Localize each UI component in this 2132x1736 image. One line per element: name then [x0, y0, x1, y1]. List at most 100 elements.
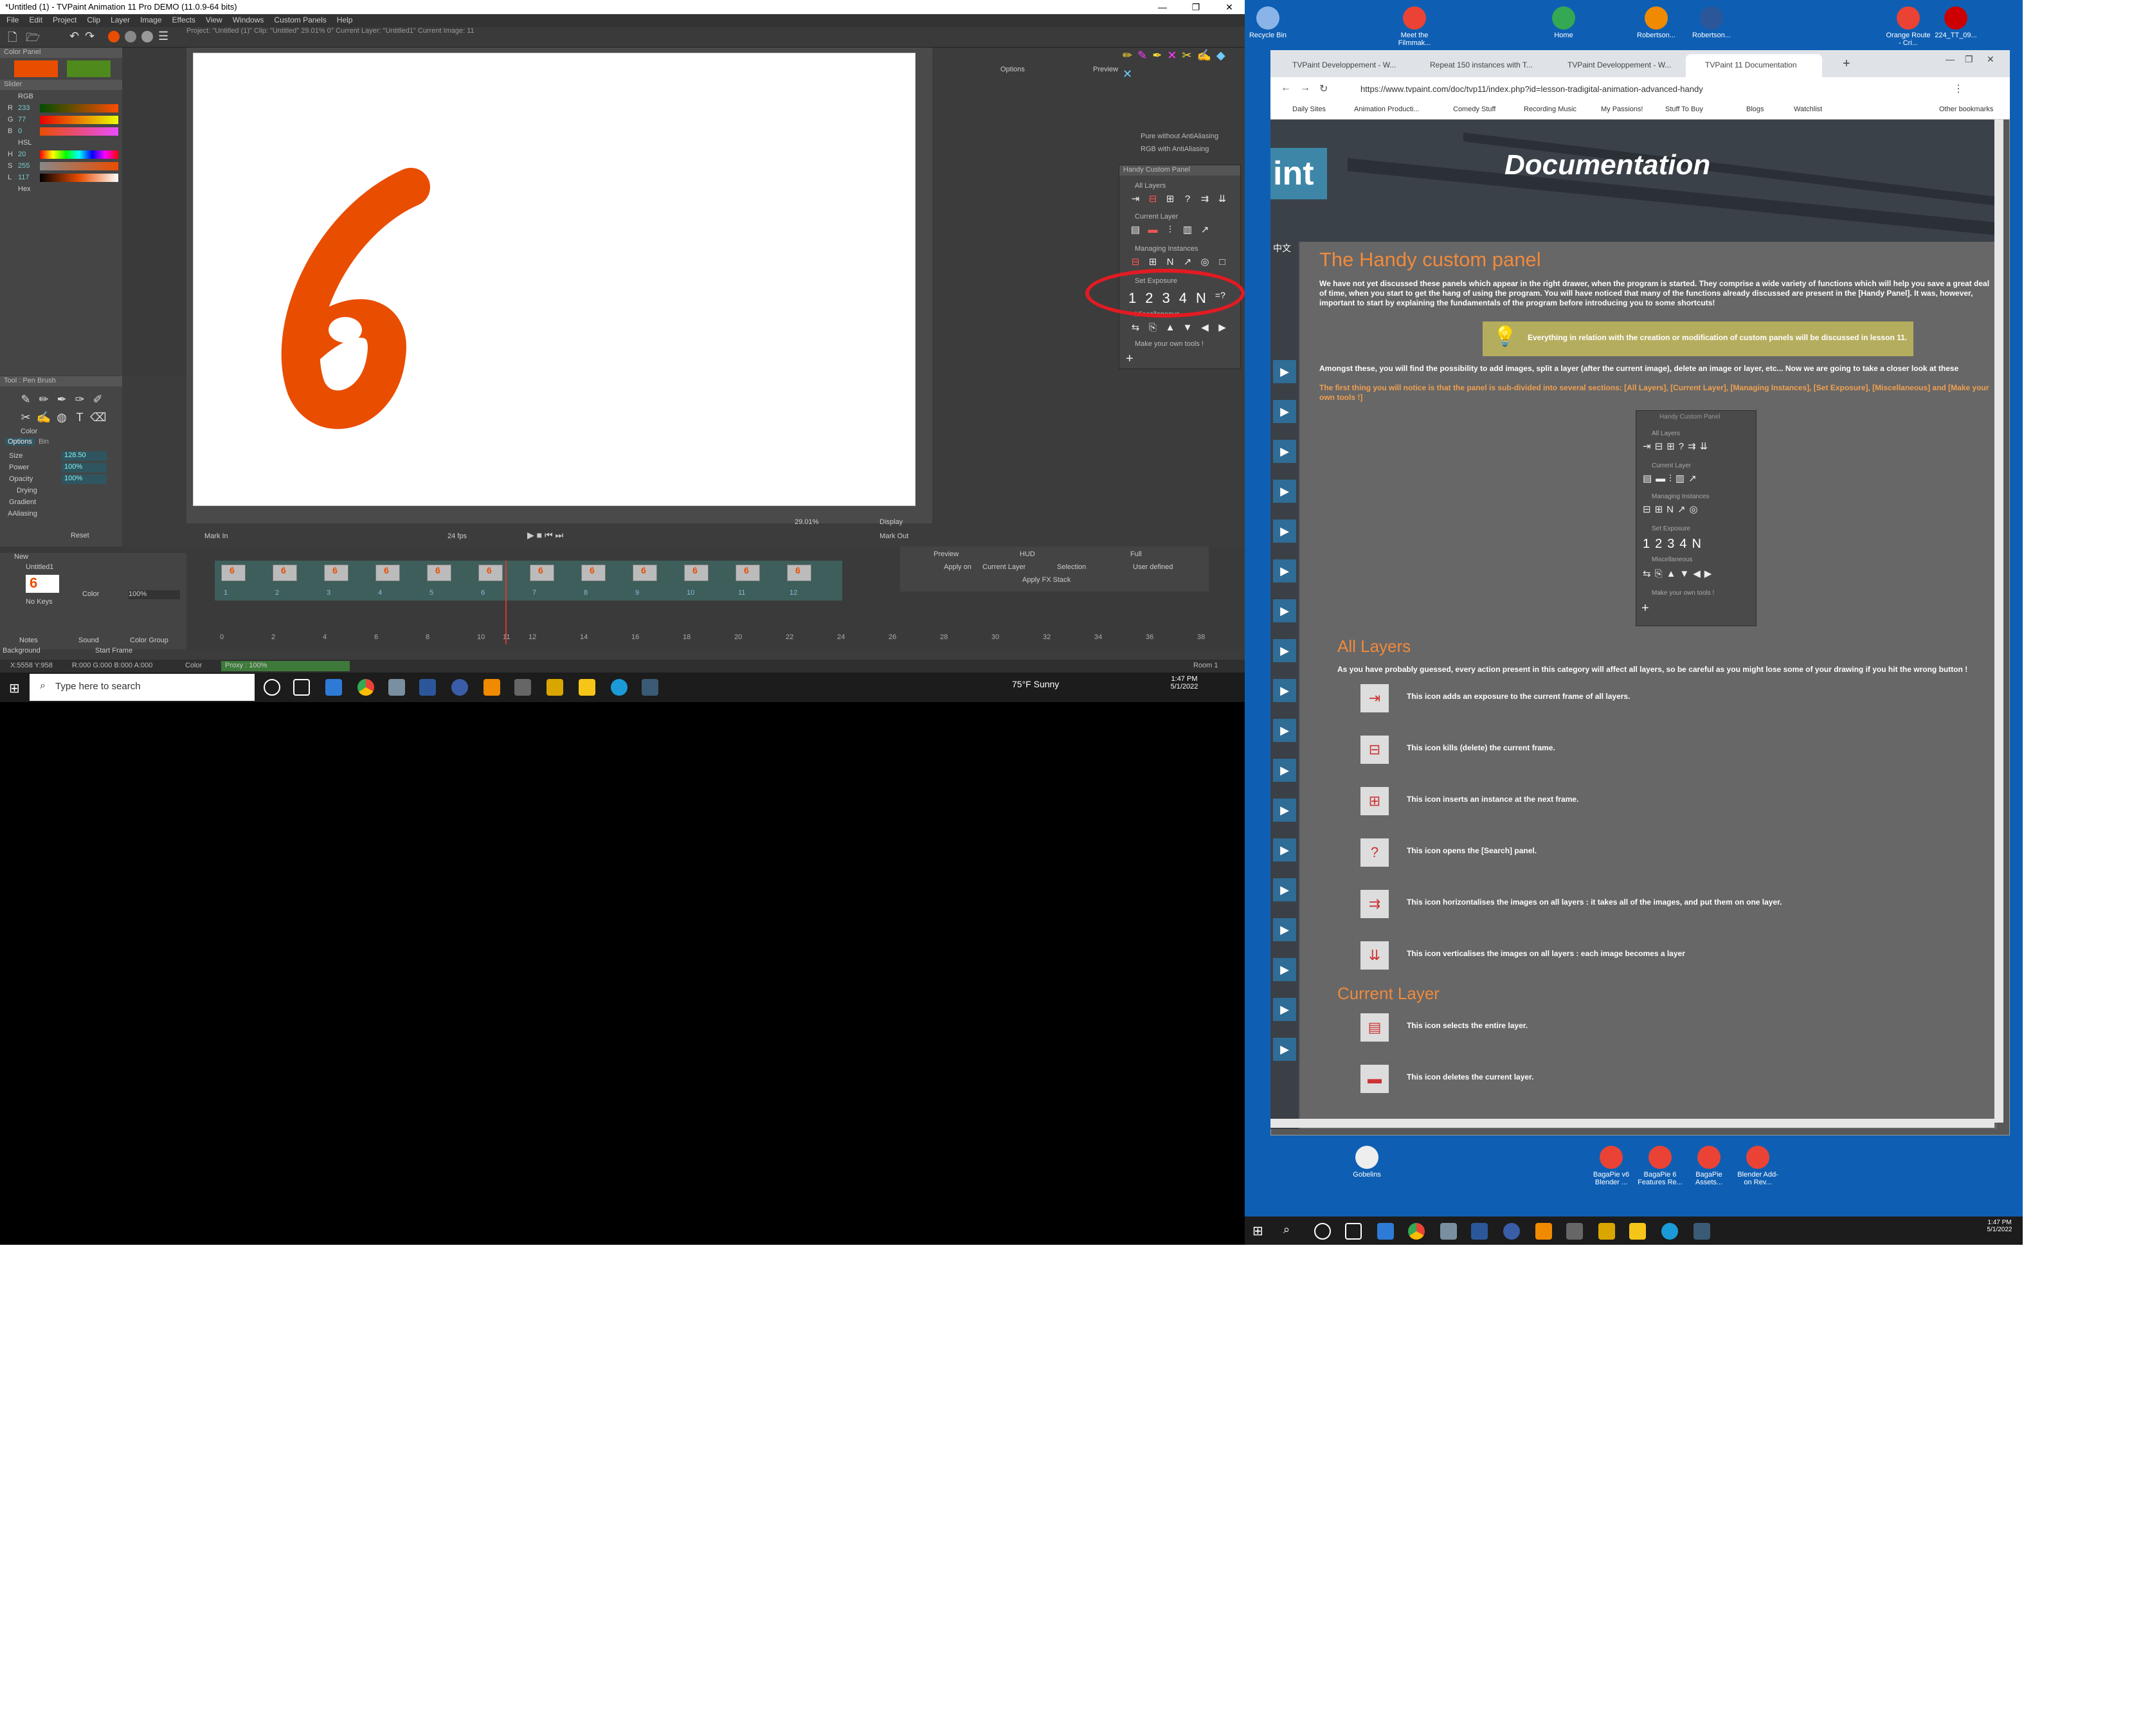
- select-layer-icon[interactable]: ▤: [1128, 223, 1143, 237]
- frame-cell[interactable]: 6: [478, 565, 503, 581]
- add-exposure-icon[interactable]: ⇥: [1128, 192, 1143, 206]
- menu-edit[interactable]: Edit: [29, 15, 42, 26]
- apply-selection[interactable]: Selection: [1057, 563, 1086, 571]
- preset-airbrush-icon[interactable]: ✂: [1182, 49, 1191, 62]
- instance-settings-icon[interactable]: ◎: [1198, 255, 1212, 269]
- menu-effects[interactable]: Effects: [172, 15, 195, 26]
- current-frame-marker[interactable]: [505, 561, 507, 644]
- bookmark-item[interactable]: Animation Producti...: [1354, 105, 1420, 113]
- verticalise-icon[interactable]: ⇊: [1215, 192, 1229, 206]
- bookmark-item[interactable]: Recording Music: [1524, 105, 1576, 113]
- new-tab-icon[interactable]: +: [1843, 57, 1850, 71]
- start-frame-label[interactable]: Start Frame: [95, 647, 132, 655]
- option-value[interactable]: 100%: [62, 463, 107, 473]
- menu-project[interactable]: Project: [53, 15, 77, 26]
- windows-start-icon[interactable]: ⊞: [1252, 1223, 1263, 1239]
- bookmark-item[interactable]: Other bookmarks: [1939, 105, 1993, 113]
- bin-tab[interactable]: Bin: [39, 438, 49, 446]
- chrome-tab-active[interactable]: TVPaint 11 Documentation: [1686, 54, 1822, 77]
- frame-cell[interactable]: 6: [684, 565, 709, 581]
- word-icon[interactable]: [419, 679, 436, 696]
- undo-icon[interactable]: ↶: [69, 30, 79, 43]
- remove-instance-icon[interactable]: ⊟: [1128, 255, 1143, 269]
- menu-image[interactable]: Image: [140, 15, 161, 26]
- channel-value[interactable]: 117: [18, 174, 37, 181]
- file-explorer-icon[interactable]: [579, 679, 595, 696]
- rgb-aa-label[interactable]: RGB with AntiAliasing: [1141, 145, 1209, 153]
- nav-arrow-icon[interactable]: ▶: [1273, 559, 1296, 583]
- menu-custom-panels[interactable]: Custom Panels: [274, 15, 326, 26]
- desktop-icon[interactable]: Robertson...: [1633, 6, 1679, 39]
- channel-slider[interactable]: [40, 116, 118, 124]
- layer-thumbnail[interactable]: 6: [26, 575, 59, 593]
- mark-out-label[interactable]: Mark Out: [880, 532, 908, 540]
- back-icon[interactable]: ←: [1281, 82, 1291, 94]
- primary-color-swatch[interactable]: [14, 60, 58, 77]
- vlc-icon[interactable]: [1535, 1223, 1552, 1240]
- text-icon[interactable]: T: [72, 410, 87, 425]
- menu-clip[interactable]: Clip: [87, 15, 100, 26]
- weather-widget[interactable]: 75°F Sunny: [1012, 679, 1089, 694]
- stop-icon[interactable]: ■: [537, 530, 542, 540]
- mark-in-label[interactable]: Mark In: [204, 532, 228, 540]
- nav-arrow-icon[interactable]: ▶: [1273, 639, 1296, 662]
- frame-cell[interactable]: 6: [324, 565, 348, 581]
- channel-value[interactable]: 0: [18, 127, 37, 135]
- nav-arrow-icon[interactable]: ▶: [1273, 520, 1296, 543]
- chrome-tab[interactable]: Repeat 150 instances with T...: [1411, 54, 1547, 77]
- channel-value[interactable]: 233: [18, 104, 37, 112]
- desktop-icon[interactable]: Blender Add-on Rev...: [1735, 1146, 1781, 1186]
- store-icon[interactable]: [1377, 1223, 1394, 1240]
- bookmark-item[interactable]: Daily Sites: [1292, 105, 1326, 113]
- media-icon[interactable]: [1598, 1223, 1615, 1240]
- app-icon[interactable]: [388, 679, 405, 696]
- chrome-icon[interactable]: [1408, 1223, 1425, 1240]
- channel-slider[interactable]: [40, 127, 118, 136]
- aaliasing-label[interactable]: AAliasing: [8, 510, 37, 518]
- play-icon[interactable]: ▶: [527, 530, 534, 540]
- marker-icon[interactable]: ✑: [72, 392, 87, 407]
- apply-user-defined[interactable]: User defined: [1133, 563, 1173, 571]
- word-icon[interactable]: [1471, 1223, 1488, 1240]
- redo-icon[interactable]: ↷: [85, 30, 95, 43]
- channel-slider[interactable]: [40, 104, 118, 113]
- pencil-icon[interactable]: ✏: [36, 392, 51, 407]
- secondary-color-swatch[interactable]: [67, 60, 111, 77]
- nav-arrow-icon[interactable]: ▶: [1273, 759, 1296, 782]
- color-group-tab[interactable]: Color Group: [130, 637, 168, 644]
- chrome-minimize-icon[interactable]: —: [1946, 54, 1955, 64]
- options-tab[interactable]: Options: [5, 438, 35, 446]
- desktop-icon[interactable]: 224_TT_09...: [1933, 6, 1979, 39]
- open-file-icon[interactable]: 🗁: [26, 30, 40, 49]
- preset-pencil-icon[interactable]: ✏: [1123, 49, 1132, 62]
- preset-eraser-icon[interactable]: ✕: [1167, 49, 1177, 62]
- pure-aa-label[interactable]: Pure without AntiAliasing: [1141, 132, 1218, 140]
- tvpaint-logo[interactable]: int: [1270, 148, 1327, 199]
- nav-arrow-icon[interactable]: ▶: [1273, 799, 1296, 822]
- vertical-scrollbar[interactable]: [1994, 120, 2003, 1123]
- background-label[interactable]: Background: [3, 647, 41, 655]
- nav-arrow-icon[interactable]: ▶: [1273, 838, 1296, 862]
- split-layer-icon[interactable]: ⫶: [1163, 223, 1177, 237]
- media-icon[interactable]: [547, 679, 563, 696]
- channel-slider[interactable]: [40, 174, 118, 182]
- menu-layer[interactable]: Layer: [111, 15, 130, 26]
- desktop-icon[interactable]: Gobelins: [1344, 1146, 1390, 1179]
- apply-current-layer[interactable]: Current Layer: [982, 563, 1025, 571]
- channel-value[interactable]: 255: [18, 162, 37, 170]
- desktop-icon[interactable]: Meet the Filmmak...: [1391, 6, 1438, 47]
- scissors-icon[interactable]: ✂: [18, 410, 33, 425]
- rewind-icon[interactable]: ⏮: [545, 530, 553, 540]
- forward-icon[interactable]: ⏭: [556, 530, 564, 540]
- bookmark-item[interactable]: Blogs: [1746, 105, 1764, 113]
- bookmark-item[interactable]: Stuff To Buy: [1665, 105, 1703, 113]
- menu-view[interactable]: View: [206, 15, 222, 26]
- vlc-icon[interactable]: [483, 679, 500, 696]
- fill-icon[interactable]: ◍: [54, 410, 69, 425]
- desktop-icon[interactable]: BagaPie 6 Features Re...: [1637, 1146, 1683, 1186]
- airbrush-icon[interactable]: ✒: [54, 392, 69, 407]
- channel-value[interactable]: 77: [18, 116, 37, 123]
- minimize-button[interactable]: —: [1150, 0, 1175, 14]
- horizontal-scrollbar[interactable]: [1270, 1119, 1994, 1128]
- notes-tab[interactable]: Notes: [19, 637, 38, 644]
